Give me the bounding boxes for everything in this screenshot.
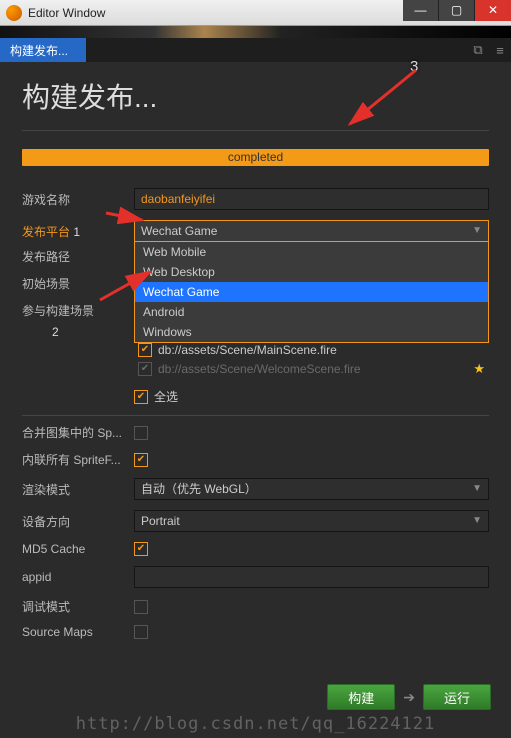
label-select-all: 全选 bbox=[154, 388, 178, 405]
progress-text: completed bbox=[228, 150, 283, 164]
build-button[interactable]: 构建 bbox=[327, 684, 395, 710]
label-merge-atlas: 合并图集中的 Sp... bbox=[22, 424, 134, 441]
md5-checkbox[interactable] bbox=[134, 542, 148, 556]
platform-selected-value: Wechat Game bbox=[141, 221, 217, 241]
chevron-down-icon: ▼ bbox=[472, 511, 482, 531]
label-init-scene: 初始场景 bbox=[22, 275, 134, 292]
appid-input[interactable] bbox=[134, 566, 489, 588]
tab-bar: 构建发布... ⧉ ≡ bbox=[0, 38, 511, 62]
select-all-checkbox[interactable] bbox=[134, 390, 148, 404]
window-minimize-button[interactable]: — bbox=[403, 0, 439, 21]
render-mode-select[interactable]: 自动（优先 WebGL） ▼ bbox=[134, 478, 489, 500]
label-inline-sprite: 内联所有 SpriteF... bbox=[22, 451, 134, 468]
platform-select[interactable]: Wechat Game ▼ bbox=[134, 220, 489, 242]
platform-option[interactable]: Web Mobile bbox=[135, 242, 488, 262]
footer-buttons: 构建 ➔ 运行 bbox=[327, 684, 491, 710]
window-maximize-button[interactable]: ▢ bbox=[439, 0, 475, 21]
chevron-down-icon: ▼ bbox=[472, 221, 482, 241]
window-close-button[interactable]: ✕ bbox=[475, 0, 511, 21]
popout-icon[interactable]: ⧉ bbox=[467, 38, 489, 62]
star-icon: ★ bbox=[473, 361, 489, 377]
label-device-orient: 设备方向 bbox=[22, 513, 134, 530]
platform-option[interactable]: Windows bbox=[135, 322, 488, 342]
debug-checkbox[interactable] bbox=[134, 600, 148, 614]
arrow-right-icon: ➔ bbox=[403, 689, 415, 706]
page-title: 构建发布... bbox=[22, 76, 489, 116]
run-button[interactable]: 运行 bbox=[423, 684, 491, 710]
platform-option[interactable]: Wechat Game bbox=[135, 282, 488, 302]
scene-checkbox[interactable] bbox=[138, 362, 152, 376]
device-orient-select[interactable]: Portrait ▼ bbox=[134, 510, 489, 532]
label-platform: 发布平台 1 bbox=[22, 223, 134, 240]
label-render-mode: 渲染模式 bbox=[22, 481, 134, 498]
platform-dropdown: Web Mobile Web Desktop Wechat Game Andro… bbox=[134, 242, 489, 343]
label-appid: appid bbox=[22, 570, 134, 584]
label-publish-path: 发布路径 bbox=[22, 248, 134, 265]
label-build-scenes: 参与构建场景 2 bbox=[22, 302, 134, 339]
main-panel: 构建发布... completed 游戏名称 daobanfeiyifei 发布… bbox=[0, 62, 511, 639]
merge-atlas-checkbox[interactable] bbox=[134, 426, 148, 440]
menu-icon[interactable]: ≡ bbox=[489, 38, 511, 62]
app-logo-icon bbox=[6, 5, 22, 21]
chevron-down-icon: ▼ bbox=[472, 479, 482, 499]
decorative-glass-strip bbox=[0, 26, 511, 38]
scene-item[interactable]: db://assets/Scene/WelcomeScene.fire ★ bbox=[134, 359, 489, 378]
watermark-text: http://blog.csdn.net/qq_16224121 bbox=[0, 714, 511, 734]
tab-label: 构建发布... bbox=[10, 42, 68, 59]
game-name-input[interactable]: daobanfeiyifei bbox=[134, 188, 489, 210]
label-source-maps: Source Maps bbox=[22, 625, 134, 639]
source-maps-checkbox[interactable] bbox=[134, 625, 148, 639]
label-game-name: 游戏名称 bbox=[22, 191, 134, 208]
progress-bar: completed bbox=[22, 149, 489, 166]
label-debug: 调试模式 bbox=[22, 598, 134, 615]
inline-sprite-checkbox[interactable] bbox=[134, 453, 148, 467]
platform-option[interactable]: Web Desktop bbox=[135, 262, 488, 282]
tab-build-publish[interactable]: 构建发布... bbox=[0, 38, 86, 62]
window-controls: — ▢ ✕ bbox=[403, 0, 511, 21]
platform-option[interactable]: Android bbox=[135, 302, 488, 322]
scene-checkbox[interactable] bbox=[138, 343, 152, 357]
label-md5: MD5 Cache bbox=[22, 542, 134, 556]
